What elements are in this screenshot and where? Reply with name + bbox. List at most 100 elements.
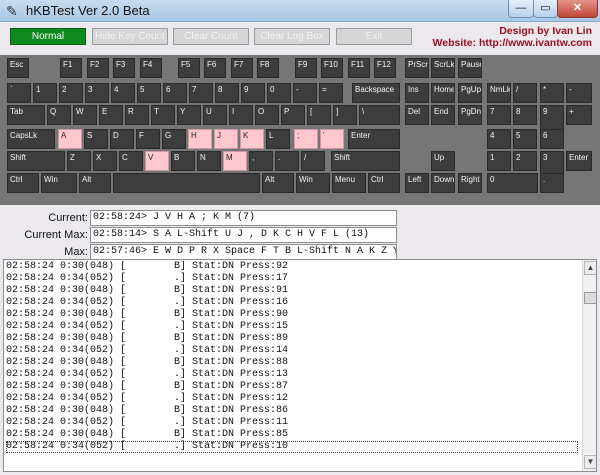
- key-left: Left: [405, 173, 429, 193]
- key-nmlk: NmLk: [487, 83, 511, 103]
- key-pause: Pause: [458, 58, 482, 78]
- key-capslk: CapsLk: [7, 129, 55, 149]
- key-esc: Esc: [7, 58, 29, 78]
- key-x: X: [93, 151, 117, 171]
- title-bar: ✎ hKBTest Ver 2.0 Beta — ▭ ✕: [0, 0, 600, 22]
- key-prscr: PrScr: [405, 58, 429, 78]
- key-f12: F12: [374, 58, 396, 78]
- key-sym: .: [275, 151, 299, 171]
- key-sym: -: [293, 83, 317, 103]
- key-s: S: [84, 129, 108, 149]
- key-a: A: [58, 129, 82, 149]
- key-sym: [: [307, 105, 331, 125]
- key-home: Home: [431, 83, 455, 103]
- scroll-up-arrow-icon[interactable]: ▲: [584, 261, 596, 275]
- key-5: 5: [137, 83, 161, 103]
- key-t: T: [151, 105, 175, 125]
- key-n: N: [197, 151, 221, 171]
- log-line: 02:58:24 0:30(048) [ B] Stat:DN Press:86: [6, 405, 289, 416]
- key-d: D: [110, 129, 134, 149]
- key-0: 0: [267, 83, 291, 103]
- minimize-icon: —: [515, 2, 527, 14]
- clear-log-box-button[interactable]: Clear Log Box: [254, 28, 330, 45]
- key-sym: ]: [333, 105, 357, 125]
- normal-button[interactable]: Normal: [10, 28, 86, 45]
- website-credit[interactable]: Website: http://www.ivantw.com: [410, 37, 592, 50]
- key-win: Win: [296, 173, 330, 193]
- log-scrollbar[interactable]: ▲ ▼: [582, 260, 596, 471]
- key-sym: .: [540, 173, 564, 193]
- key-f3: F3: [113, 58, 135, 78]
- key-space: [113, 173, 260, 193]
- key-b: B: [171, 151, 195, 171]
- key-c: C: [119, 151, 143, 171]
- key-up: Up: [431, 151, 455, 171]
- key-end: End: [431, 105, 455, 125]
- key-f8: F8: [257, 58, 279, 78]
- key-shift: Shift: [7, 151, 65, 171]
- key-alt: Alt: [79, 173, 111, 193]
- key-f9: F9: [295, 58, 317, 78]
- log-line: 02:58:24 0:30(048) [ B] Stat:DN Press:89: [6, 333, 289, 344]
- log-line: 02:58:24 0:34(052) [ .] Stat:DN Press:14: [6, 345, 289, 356]
- key-f10: F10: [321, 58, 343, 78]
- key-z: Z: [67, 151, 91, 171]
- key-sym: ;: [294, 129, 318, 149]
- clear-count-button[interactable]: Clear Count: [173, 28, 249, 45]
- log-box[interactable]: 02:58:24 0:30(048) [ B] Stat:DN Press:92…: [3, 259, 597, 472]
- scroll-thumb[interactable]: [584, 292, 596, 304]
- key-sym: \: [359, 105, 400, 125]
- key-6: 6: [540, 129, 564, 149]
- key-j: J: [214, 129, 238, 149]
- log-line: 02:58:24 0:30(048) [ B] Stat:DN Press:85: [6, 429, 289, 440]
- minimize-button[interactable]: —: [508, 0, 534, 18]
- hide-key-count-button[interactable]: Hide Key Count: [92, 28, 168, 45]
- key-sym: ,: [249, 151, 273, 171]
- maximize-button[interactable]: ▭: [533, 0, 558, 18]
- key-sym: ': [320, 129, 344, 149]
- key-1: 1: [487, 151, 511, 171]
- key-m: M: [223, 151, 247, 171]
- key-3: 3: [85, 83, 109, 103]
- key-down: Down: [431, 173, 455, 193]
- key-f7: F7: [231, 58, 253, 78]
- log-line: 02:58:24 0:34(052) [ .] Stat:DN Press:13: [6, 369, 289, 380]
- key-ctrl: Ctrl: [7, 173, 39, 193]
- current-max-combo-field: 02:58:14> S A L-Shift U J , D K C H V F …: [90, 227, 397, 243]
- exit-button[interactable]: Exit: [336, 28, 412, 45]
- key-p: P: [281, 105, 305, 125]
- key-8: 8: [513, 105, 537, 125]
- key-7: 7: [189, 83, 213, 103]
- app-feather-icon: ✎: [6, 3, 18, 19]
- log-line: 02:58:24 0:34(052) [ .] Stat:DN Press:16: [6, 297, 289, 308]
- key-sym: `: [7, 83, 31, 103]
- key-f: F: [136, 129, 160, 149]
- current-combo-field: 02:58:24> J V H A ; K M (7): [90, 210, 397, 226]
- key-f5: F5: [178, 58, 200, 78]
- key-l: L: [266, 129, 290, 149]
- current-label: Current:: [48, 212, 88, 224]
- key-w: W: [73, 105, 97, 125]
- key-menu: Menu: [332, 173, 366, 193]
- key-7: 7: [487, 105, 511, 125]
- maximize-icon: ▭: [540, 2, 551, 14]
- log-line: 02:58:24 0:34(052) [ .] Stat:DN Press:12: [6, 393, 289, 404]
- key-5: 5: [513, 129, 537, 149]
- close-button[interactable]: ✕: [557, 0, 598, 18]
- key-f2: F2: [87, 58, 109, 78]
- key-tab: Tab: [7, 105, 45, 125]
- log-line: 02:58:24 0:30(048) [ B] Stat:DN Press:92: [6, 261, 289, 272]
- key-2: 2: [59, 83, 83, 103]
- key-4: 4: [111, 83, 135, 103]
- key-pgup: PgUp: [458, 83, 482, 103]
- key-2: 2: [513, 151, 537, 171]
- log-line: 02:58:24 0:30(048) [ B] Stat:DN Press:90: [6, 309, 289, 320]
- log-line: 02:58:24 0:34(052) [ .] Stat:DN Press:15: [6, 321, 289, 332]
- key-alt: Alt: [262, 173, 294, 193]
- scroll-down-arrow-icon[interactable]: ▼: [584, 455, 596, 469]
- key-g: G: [162, 129, 186, 149]
- key-0: 0: [487, 173, 538, 193]
- key-f1: F1: [60, 58, 82, 78]
- log-line: 02:58:24 0:30(048) [ B] Stat:DN Press:91: [6, 285, 289, 296]
- key-4: 4: [487, 129, 511, 149]
